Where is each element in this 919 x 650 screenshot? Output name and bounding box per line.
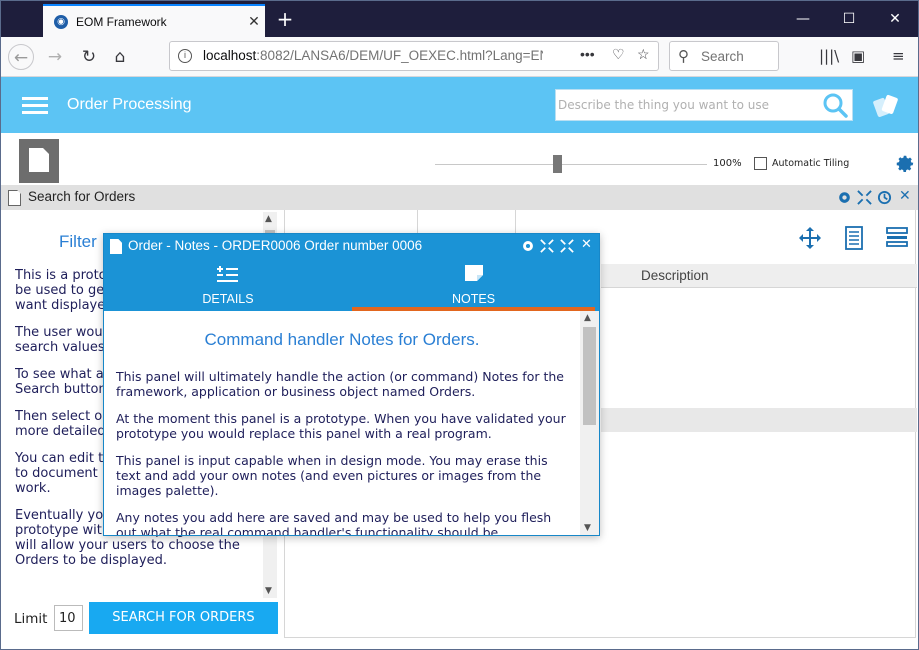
back-button[interactable]: ← — [8, 44, 34, 70]
search-for-orders-button[interactable]: SEARCH FOR ORDERS — [89, 602, 278, 634]
home-icon[interactable]: ⌂ — [107, 44, 133, 70]
tab-close-icon[interactable]: ✕ — [243, 14, 265, 30]
history-icon[interactable] — [877, 190, 892, 205]
sidebar-icon[interactable]: ▣ — [851, 47, 865, 65]
maximize-icon[interactable] — [560, 239, 574, 253]
scroll-down-icon[interactable]: ▼ — [265, 586, 272, 596]
search-icon[interactable] — [822, 92, 848, 118]
browser-tab-active[interactable]: ◉ EOM Framework ✕ — [43, 4, 265, 37]
tab-notes[interactable]: NOTES — [352, 258, 595, 311]
hamburger-menu-icon[interactable] — [22, 97, 48, 114]
search-panel-titlebar: Search for Orders ✕ — [1, 185, 918, 210]
automatic-tiling-label: Automatic Tiling — [772, 158, 850, 169]
notes-content[interactable]: Command handler Notes for Orders. This p… — [104, 311, 580, 535]
dialog-settings-icon[interactable] — [521, 239, 535, 253]
automatic-tiling-checkbox[interactable] — [754, 157, 767, 170]
help-search-input[interactable] — [557, 91, 819, 119]
scroll-down-icon[interactable]: ▼ — [584, 523, 591, 533]
pocket-icon[interactable]: ♡ — [612, 46, 625, 63]
globe-icon: ◉ — [54, 14, 68, 29]
cards-icon[interactable] — [871, 93, 901, 119]
browser-search-placeholder: Search — [701, 49, 744, 64]
scroll-up-icon[interactable]: ▲ — [265, 214, 272, 224]
minimize-button[interactable]: — — [780, 1, 826, 37]
url-text: localhost:8082/LANSA6/DEM/UF_OEXEC.html?… — [203, 48, 543, 63]
notes-dialog: Order - Notes - ORDER0006 Order number 0… — [103, 233, 600, 536]
window-close-button[interactable]: ✕ — [872, 1, 918, 37]
maximize-button[interactable]: ☐ — [826, 1, 872, 37]
document-icon — [29, 148, 49, 172]
list-view-icon[interactable] — [844, 226, 864, 250]
notes-text: This panel will ultimately handle the ac… — [116, 369, 574, 535]
move-icon[interactable] — [798, 226, 822, 250]
search-panel-title: Search for Orders — [28, 189, 136, 204]
table-row[interactable] — [601, 408, 917, 432]
settings-gear-icon[interactable] — [894, 153, 916, 175]
notes-paragraph: At the moment this panel is a prototype.… — [116, 411, 566, 441]
menu-icon[interactable]: ≡ — [892, 47, 905, 65]
panel-settings-icon[interactable] — [837, 190, 852, 205]
scroll-up-icon[interactable]: ▲ — [584, 313, 591, 323]
list-add-icon — [217, 266, 238, 282]
limit-label: Limit — [14, 611, 48, 627]
limit-input[interactable] — [54, 605, 83, 631]
reload-button[interactable]: ↻ — [76, 44, 102, 70]
document-icon — [110, 239, 122, 254]
browser-window: ◉ EOM Framework ✕ + — ☐ ✕ ← → ↻ ⌂ i loca… — [0, 0, 919, 650]
column-header-description[interactable]: Description — [601, 264, 917, 288]
info-icon[interactable]: i — [178, 49, 192, 63]
notes-paragraph: Any notes you add here are saved and may… — [116, 510, 552, 535]
panel-close-icon[interactable]: ✕ — [899, 188, 911, 204]
note-icon — [464, 265, 483, 281]
restore-icon[interactable] — [857, 190, 872, 205]
application-document-button[interactable] — [19, 139, 59, 183]
library-icon[interactable]: |||\ — [819, 47, 839, 65]
notes-scrollbar[interactable]: ▲ ▼ — [580, 311, 599, 535]
tab-details-label: DETAILS — [202, 292, 254, 306]
browser-search-input[interactable]: ⚲ Search — [669, 41, 779, 71]
bookmark-star-icon[interactable]: ☆ — [637, 46, 650, 63]
more-actions-icon[interactable]: ••• — [580, 46, 595, 62]
tab-notes-label: NOTES — [451, 292, 496, 306]
document-icon — [8, 190, 21, 206]
dialog-titlebar[interactable]: Order - Notes - ORDER0006 Order number 0… — [104, 234, 599, 258]
dialog-close-icon[interactable]: ✕ — [581, 237, 592, 252]
notes-paragraph: This panel is input capable when in desi… — [116, 453, 548, 498]
notes-paragraph: This panel will ultimately handle the ac… — [116, 369, 564, 399]
address-bar[interactable]: i localhost:8082/LANSA6/DEM/UF_OEXEC.htm… — [169, 41, 659, 71]
zoom-slider-track[interactable] — [435, 164, 707, 165]
navigation-bar: ← → ↻ ⌂ i localhost:8082/LANSA6/DEM/UF_O… — [1, 37, 918, 77]
dialog-tab-strip: DETAILS NOTES — [104, 258, 599, 311]
restore-icon[interactable] — [540, 239, 554, 253]
form-view-icon[interactable] — [886, 226, 908, 248]
tab-details[interactable]: DETAILS — [104, 258, 352, 311]
framework-toolbar: 100% Automatic Tiling — [1, 133, 918, 185]
forward-button[interactable]: → — [42, 44, 68, 70]
search-icon: ⚲ — [678, 48, 689, 65]
app-header: Order Processing — [1, 77, 918, 133]
new-tab-button[interactable]: + — [273, 8, 297, 30]
notes-heading: Command handler Notes for Orders. — [204, 330, 480, 349]
tab-strip: ◉ EOM Framework ✕ + — ☐ ✕ — [1, 1, 918, 37]
tab-title: EOM Framework — [76, 14, 167, 29]
filter-title: Filter — [59, 232, 97, 251]
help-search-box — [555, 89, 853, 121]
app-title: Order Processing — [67, 96, 192, 113]
zoom-label: 100% — [713, 158, 742, 169]
scroll-thumb[interactable] — [583, 327, 596, 425]
dialog-title: Order - Notes - ORDER0006 Order number 0… — [128, 238, 423, 253]
zoom-slider-thumb[interactable] — [553, 155, 562, 173]
